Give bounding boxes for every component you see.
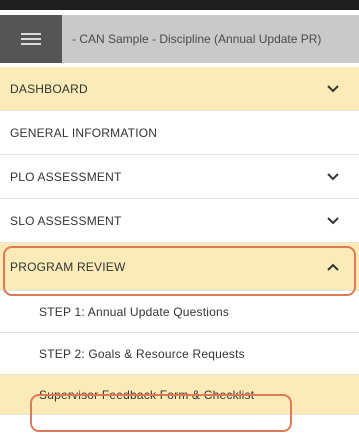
chevron-down-icon [327, 216, 339, 225]
chevron-up-icon [327, 263, 339, 271]
nav-item-plo-assessment[interactable]: PLO ASSESSMENT [0, 155, 359, 199]
nav-item-dashboard[interactable]: DASHBOARD [0, 67, 359, 111]
page-title: - CAN Sample - Discipline (Annual Update… [72, 32, 322, 46]
nav-subitem-label: Supervisor Feedback Form & Checklist [39, 387, 255, 402]
nav-item-program-review[interactable]: PROGRAM REVIEW [0, 243, 359, 291]
nav-subitem-label: STEP 2: Goals & Resource Requests [39, 346, 245, 361]
status-strip [0, 0, 359, 10]
nav-item-label: GENERAL INFORMATION [10, 125, 158, 140]
nav-subitem-label: STEP 1: Annual Update Questions [39, 304, 230, 319]
sidebar-subitem-supervisor-feedback[interactable]: Supervisor Feedback Form & Checklist [0, 375, 359, 415]
chevron-down-icon [327, 84, 339, 93]
top-bar: - CAN Sample - Discipline (Annual Update… [0, 0, 359, 67]
nav-item-label: PROGRAM REVIEW [10, 259, 126, 274]
page-title-bar: - CAN Sample - Discipline (Annual Update… [62, 15, 359, 63]
app-screen: - CAN Sample - Discipline (Annual Update… [0, 0, 359, 438]
sidebar-nav: DASHBOARD GENERAL INFORMATION PLO ASSESS… [0, 67, 359, 415]
sidebar-subitem-step-1[interactable]: STEP 1: Annual Update Questions [0, 291, 359, 333]
menu-button[interactable] [0, 15, 62, 63]
sidebar-subitem-step-2[interactable]: STEP 2: Goals & Resource Requests [0, 333, 359, 375]
nav-item-general-information[interactable]: GENERAL INFORMATION [0, 111, 359, 155]
nav-item-label: DASHBOARD [10, 81, 88, 96]
nav-item-label: PLO ASSESSMENT [10, 169, 122, 184]
chevron-down-icon [327, 172, 339, 181]
nav-item-slo-assessment[interactable]: SLO ASSESSMENT [0, 199, 359, 243]
hamburger-icon [21, 33, 41, 45]
nav-item-label: SLO ASSESSMENT [10, 213, 122, 228]
